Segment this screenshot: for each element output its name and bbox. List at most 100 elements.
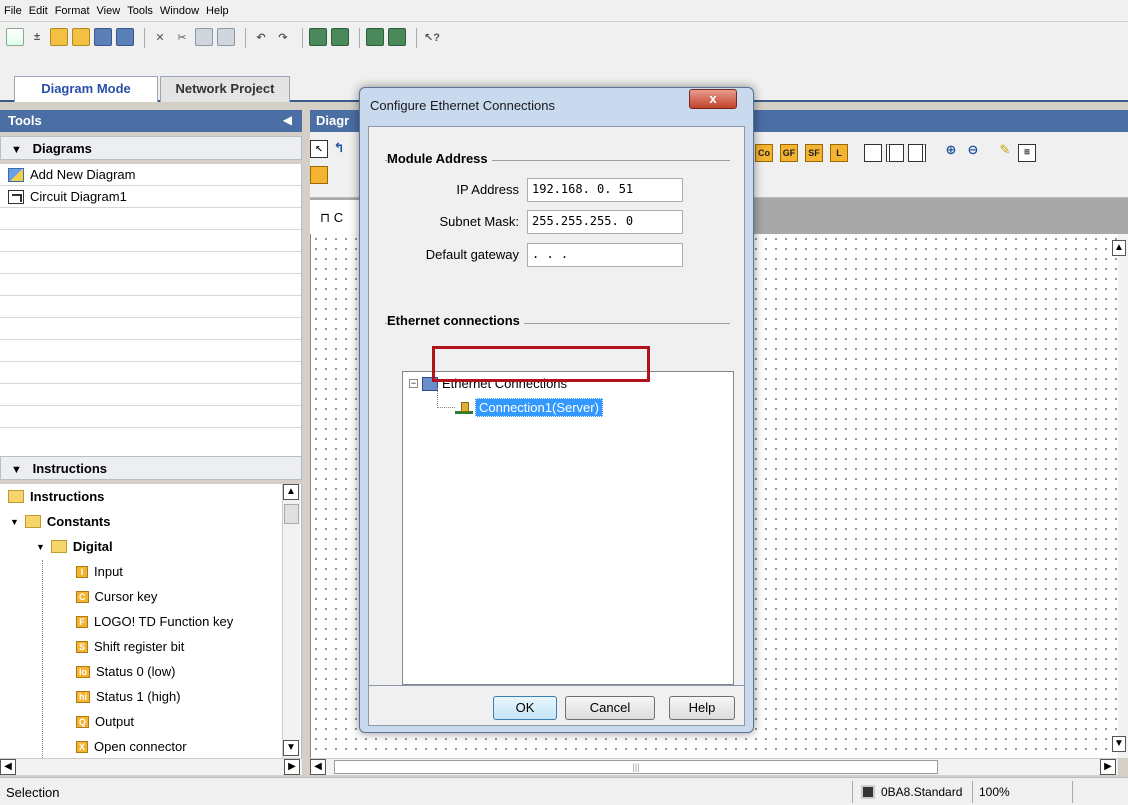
paste-icon[interactable]: [217, 28, 235, 46]
scroll-left-icon[interactable]: ◀: [310, 759, 326, 775]
list-item-circuit-diagram[interactable]: Circuit Diagram1: [0, 186, 301, 208]
ip-address-field[interactable]: 192.168. 0. 51: [527, 178, 683, 202]
tools-panel-title: Tools: [8, 113, 42, 128]
tree-node-digital[interactable]: ▼ Digital: [0, 534, 301, 559]
toolbar-separator: [416, 28, 417, 48]
basic-function-icon[interactable]: GF: [780, 144, 798, 162]
tree-leaf-label: Output: [95, 714, 135, 729]
collapse-left-icon[interactable]: ◀: [283, 113, 292, 127]
scroll-down-icon[interactable]: ▼: [283, 740, 299, 756]
menu-edit[interactable]: Edit: [29, 5, 48, 17]
tree-leaf-output[interactable]: Q Output: [0, 709, 301, 734]
list-item-label: Circuit Diagram1: [30, 189, 127, 204]
expand-arrow-icon[interactable]: ▼: [36, 542, 45, 552]
default-gateway-label: Default gateway: [425, 247, 519, 262]
menu-view[interactable]: View: [97, 5, 121, 17]
tree-leaf-status-high[interactable]: hi Status 1 (high): [0, 684, 301, 709]
cut-icon[interactable]: ✂: [173, 28, 191, 46]
tree-leaf-status-low[interactable]: lo Status 0 (low): [0, 659, 301, 684]
layout-triple-icon[interactable]: [908, 144, 926, 162]
scroll-right-icon[interactable]: ▶: [284, 759, 300, 775]
layout-split-icon[interactable]: [886, 144, 904, 162]
context-help-icon[interactable]: ↖?: [423, 28, 441, 46]
tree-leaf-open-connector[interactable]: X Open connector: [0, 734, 301, 758]
block-tool-icon[interactable]: [310, 166, 328, 184]
label-tool-icon[interactable]: L: [830, 144, 848, 162]
upload-icon[interactable]: [331, 28, 349, 46]
tab-diagram-mode[interactable]: Diagram Mode: [14, 76, 158, 102]
scroll-up-icon[interactable]: ▲: [1112, 240, 1126, 256]
constant-block-icon[interactable]: Co: [755, 144, 773, 162]
scroll-thumb[interactable]: |||: [334, 760, 938, 774]
redo-icon[interactable]: ↷: [274, 28, 292, 46]
help-button[interactable]: Help: [669, 696, 735, 720]
scroll-up-icon[interactable]: ▲: [283, 484, 299, 500]
zoom-in-icon[interactable]: ⊕: [942, 142, 960, 160]
status-device: 0BA8.Standard: [852, 781, 972, 803]
toolbar-separator: [302, 28, 303, 48]
new-icon[interactable]: [6, 28, 24, 46]
instructions-vertical-scrollbar[interactable]: ▲ ▼: [282, 484, 300, 758]
subnet-mask-field[interactable]: 255.255.255. 0: [527, 210, 683, 234]
online-test-icon[interactable]: [388, 28, 406, 46]
diagrams-section-header[interactable]: ▼ Diagrams: [0, 136, 302, 160]
scroll-right-icon[interactable]: ▶: [1100, 759, 1116, 775]
print-icon[interactable]: [116, 28, 134, 46]
tree-leaf-function-key[interactable]: F LOGO! TD Function key: [0, 609, 301, 634]
scroll-thumb[interactable]: [284, 504, 299, 524]
menu-format[interactable]: Format: [55, 5, 90, 17]
add-diagram-icon: [8, 167, 24, 182]
cancel-button[interactable]: Cancel: [565, 696, 655, 720]
tree-leaf-cursor-key[interactable]: C Cursor key: [0, 584, 301, 609]
tree-node-connection1[interactable]: Connection1(Server): [455, 398, 603, 417]
undo-icon[interactable]: ↶: [252, 28, 270, 46]
dialog-footer: OK Cancel Help: [368, 686, 745, 726]
menu-window[interactable]: Window: [160, 5, 199, 17]
tree-leaf-input[interactable]: I Input: [0, 559, 301, 584]
list-item-add-new-diagram[interactable]: Add New Diagram: [0, 164, 301, 186]
canvas-vertical-scrollbar[interactable]: ▲ ▼: [1112, 234, 1128, 758]
selection-tool-icon[interactable]: ↖: [310, 140, 328, 158]
empty-row: [0, 340, 301, 362]
copy-icon[interactable]: [195, 28, 213, 46]
collapse-icon[interactable]: −: [409, 379, 418, 388]
diagram-tab-label: C: [333, 210, 344, 225]
download-icon[interactable]: [309, 28, 327, 46]
close-button[interactable]: x: [689, 89, 737, 109]
tree-node-constants[interactable]: ▼ Constants: [0, 509, 301, 534]
pen-tool-icon[interactable]: ✎: [996, 142, 1014, 160]
grid-numbers-icon[interactable]: ⊞: [1018, 144, 1036, 162]
connect-tool-icon[interactable]: ↰: [330, 140, 348, 158]
zoom-out-icon[interactable]: ⊖: [964, 142, 982, 160]
tools-horizontal-scrollbar[interactable]: ◀ ▶: [0, 758, 302, 775]
chevron-down-icon: ▼: [11, 144, 22, 156]
default-gateway-field[interactable]: . . .: [527, 243, 683, 267]
menu-help[interactable]: Help: [206, 5, 229, 17]
scroll-left-icon[interactable]: ◀: [0, 759, 16, 775]
save-icon[interactable]: [94, 28, 112, 46]
tree-leaf-label: Open connector: [94, 739, 187, 754]
empty-row: [0, 208, 301, 230]
connection-icon: [455, 401, 473, 414]
tab-network-project[interactable]: Network Project: [160, 76, 290, 102]
ok-button[interactable]: OK: [493, 696, 557, 720]
simulation-icon[interactable]: [366, 28, 384, 46]
open-project-icon[interactable]: [72, 28, 90, 46]
dropdown-icon[interactable]: ±: [28, 28, 46, 46]
tree-leaf-label: Shift register bit: [94, 639, 185, 654]
canvas-horizontal-scrollbar[interactable]: ◀ ||| ▶: [310, 758, 1118, 775]
tree-node-instructions[interactable]: Instructions: [0, 484, 301, 509]
diagrams-list: Add New Diagram Circuit Diagram1: [0, 164, 302, 456]
open-icon[interactable]: [50, 28, 68, 46]
tree-leaf-shift-register-bit[interactable]: S Shift register bit: [0, 634, 301, 659]
menu-tools[interactable]: Tools: [127, 5, 153, 17]
layout-single-icon[interactable]: [864, 144, 882, 162]
connection1-label[interactable]: Connection1(Server): [475, 398, 603, 417]
instructions-section-header[interactable]: ▼ Instructions: [0, 456, 302, 480]
tree-leaf-label: Cursor key: [94, 589, 158, 604]
expand-arrow-icon[interactable]: ▼: [10, 517, 19, 527]
menu-file[interactable]: File: [4, 5, 22, 17]
delete-icon[interactable]: ✕: [151, 28, 169, 46]
special-function-icon[interactable]: SF: [805, 144, 823, 162]
scroll-down-icon[interactable]: ▼: [1112, 736, 1126, 752]
